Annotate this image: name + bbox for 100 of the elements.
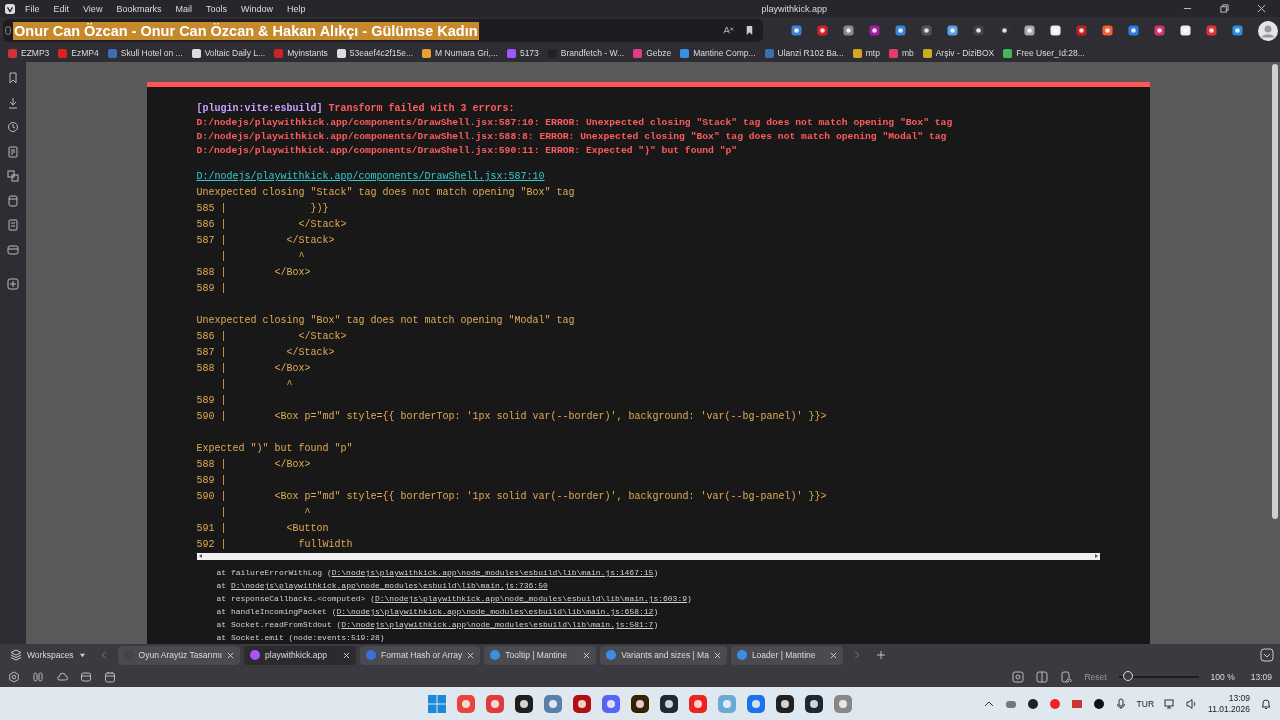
extension-icon[interactable]	[1154, 25, 1166, 36]
notification-icon[interactable]	[1260, 697, 1272, 710]
close-icon[interactable]	[227, 651, 235, 659]
pause-icon[interactable]	[32, 670, 44, 683]
capture-icon[interactable]	[1012, 670, 1025, 683]
browser-tab[interactable]: Variants and sizes | Ma	[600, 645, 727, 665]
app-icon[interactable]	[804, 693, 824, 714]
app-icon[interactable]	[514, 693, 534, 714]
file-link[interactable]: D:\nodejs\playwithkick.app\node_modules\esbuild\lib\main.js:1467:15	[331, 568, 654, 577]
browser-logo-icon[interactable]	[5, 3, 15, 14]
close-icon[interactable]	[713, 651, 721, 659]
panel-toggle-icon[interactable]	[1260, 648, 1274, 662]
bookmark-item[interactable]: EZMP3	[8, 48, 50, 58]
menu-item[interactable]: Window	[240, 3, 273, 14]
window-icon[interactable]	[7, 194, 19, 207]
extension-icon[interactable]	[920, 25, 932, 36]
bookmark-item[interactable]: 53eaef4c2f15e...	[336, 48, 414, 58]
settings-icon[interactable]	[8, 670, 20, 683]
bookmark-item[interactable]: 5173	[506, 48, 539, 58]
bookmark-item[interactable]: mb	[888, 48, 914, 58]
calendar-icon[interactable]	[104, 670, 116, 683]
extension-icon[interactable]	[1050, 25, 1062, 36]
extension-icon[interactable]	[946, 25, 958, 36]
bookmark-item[interactable]: M Numara Gri,...	[422, 48, 498, 58]
close-icon[interactable]	[1257, 4, 1266, 13]
language-indicator[interactable]: TUR	[1136, 698, 1155, 709]
tiling-icon[interactable]	[1036, 670, 1049, 683]
browser-tab[interactable]: playwithkick.app	[244, 645, 357, 665]
vertical-scrollbar[interactable]	[1272, 64, 1278, 519]
extension-icon[interactable]	[1231, 25, 1243, 36]
notes-icon[interactable]	[7, 145, 19, 158]
extension-icon[interactable]	[1102, 25, 1114, 36]
extension-icon[interactable]	[791, 25, 802, 36]
menu-item[interactable]: Edit	[53, 3, 70, 14]
extension-icon[interactable]	[1076, 25, 1088, 36]
network-icon[interactable]	[1164, 697, 1177, 710]
app-icon[interactable]	[775, 693, 795, 714]
bookmark-item[interactable]: Gebze	[633, 48, 672, 58]
bookmark-item[interactable]: Voltaic Daily L...	[191, 48, 266, 58]
close-icon[interactable]	[583, 651, 591, 659]
restore-icon[interactable]	[1220, 4, 1229, 13]
bookmark-item[interactable]: mtp	[852, 48, 880, 58]
file-link[interactable]: D:\nodejs\playwithkick.app\node_modules\esbuild\lib\main.js:581:7	[341, 620, 654, 629]
browser-tab[interactable]: Oyun Arayüz Tasarımı	[117, 645, 241, 665]
menu-item[interactable]: View	[83, 3, 103, 14]
extension-icon[interactable]	[868, 25, 880, 36]
file-link[interactable]: D:\nodejs\playwithkick.app\node_modules\esbuild\lib\main.js:603:9	[374, 594, 687, 603]
browser-tab[interactable]: Tooltip | Mantine	[484, 645, 597, 665]
app-icon[interactable]	[630, 693, 650, 714]
extension-icon[interactable]	[816, 25, 828, 36]
file-link[interactable]: D:\nodejs\playwithkick.app\node_modules\esbuild\lib\main.js:658:12	[336, 607, 654, 616]
avatar-icon[interactable]	[1257, 20, 1278, 41]
file-link[interactable]: D:\nodejs\playwithkick.app\node_modules\esbuild\lib\main.js:736:50	[230, 581, 548, 590]
start-icon[interactable]	[427, 693, 447, 714]
extension-icon[interactable]	[998, 25, 1010, 36]
menu-item[interactable]: File	[25, 3, 40, 14]
bookmark-item[interactable]: Arşiv - DiziBOX	[922, 48, 995, 58]
tray-icon[interactable]	[1092, 697, 1105, 710]
history-icon[interactable]	[7, 121, 19, 133]
workspaces-button[interactable]: Workspaces	[6, 647, 90, 663]
bookmark-icon[interactable]	[744, 25, 755, 36]
close-icon[interactable]	[343, 651, 351, 659]
extension-icon[interactable]	[1128, 25, 1140, 36]
bookmark-item[interactable]: Free User_Id:28...	[1003, 48, 1085, 58]
app-icon[interactable]	[659, 693, 679, 714]
bookmark-icon[interactable]	[7, 72, 19, 84]
taskbar-time[interactable]: 13:09	[1228, 692, 1250, 704]
plus-icon[interactable]	[876, 650, 885, 660]
file-link[interactable]: D:/nodejs/playwithkick.app/components/DrawShell.jsx:587:10	[196, 171, 545, 182]
browser-tab[interactable]: Loader | Mantine	[730, 645, 843, 665]
horizontal-scrollbar[interactable]	[196, 553, 1100, 560]
reset-button[interactable]: Reset	[1084, 671, 1107, 682]
menu-item[interactable]: Mail	[175, 3, 192, 14]
extension-icon[interactable]	[972, 25, 984, 36]
plus-icon[interactable]	[7, 278, 19, 290]
bookmark-item[interactable]: EzMP4	[58, 48, 99, 58]
taskbar-date[interactable]: 11.01.2026	[1208, 703, 1250, 715]
app-icon[interactable]	[572, 693, 592, 714]
extension-icon[interactable]	[894, 25, 906, 36]
page-actions-icon[interactable]	[1060, 670, 1073, 683]
bookmark-item[interactable]: Skull Hotel on ...	[107, 48, 183, 58]
bookmark-item[interactable]: Myinstants	[274, 48, 328, 58]
cloud-icon[interactable]	[56, 670, 68, 683]
microphone-icon[interactable]	[1114, 697, 1127, 710]
bookmark-item[interactable]: Ulanzi R102 Ba...	[764, 48, 844, 58]
close-icon[interactable]	[829, 651, 837, 659]
browser-tab[interactable]: Format Hash or Array	[360, 645, 481, 665]
mail-icon[interactable]	[80, 670, 92, 683]
close-icon[interactable]	[467, 651, 475, 659]
download-icon[interactable]	[7, 96, 19, 109]
list-icon[interactable]	[7, 219, 19, 231]
mail-icon[interactable]	[7, 243, 19, 256]
bookmark-item[interactable]: Mantine Comp...	[680, 48, 756, 58]
menu-item[interactable]: Tools	[205, 3, 227, 14]
menu-item[interactable]: Help	[286, 3, 306, 14]
extension-icon[interactable]	[1024, 25, 1036, 36]
extension-icon[interactable]	[842, 25, 854, 36]
menu-item[interactable]: Bookmarks	[116, 3, 162, 14]
extension-icon[interactable]	[1180, 25, 1192, 36]
tray-icon[interactable]	[1026, 697, 1039, 710]
